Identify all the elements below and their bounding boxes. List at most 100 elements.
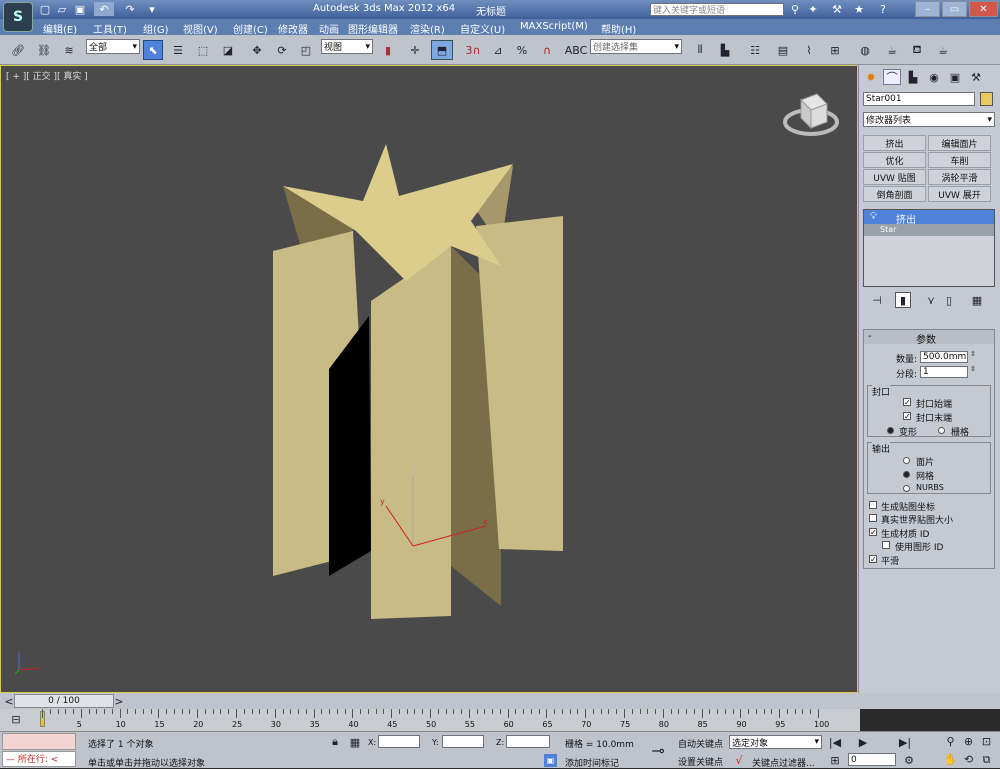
key-filters-button[interactable]: 关键点过滤器... <box>752 756 815 769</box>
gen-material-ids-checkbox[interactable]: ✓ <box>869 528 877 537</box>
amount-spinner-icon[interactable]: ⇳ <box>970 350 976 358</box>
output-patch-radio[interactable] <box>903 457 910 464</box>
modifier-list-select[interactable]: 修改器列表 ▾ <box>863 112 995 127</box>
time-config-icon[interactable]: ⚙ <box>902 754 916 767</box>
menu-animation[interactable]: 动画 <box>319 21 339 36</box>
set-key-icon[interactable]: ⊸ <box>646 738 670 762</box>
bind-space-warp-icon[interactable]: ≋ <box>59 41 79 59</box>
select-by-name-icon[interactable]: ☰ <box>168 41 188 59</box>
snaps-toggle-icon[interactable]: 3 ∩ <box>462 41 484 59</box>
absolute-mode-icon[interactable]: ▦ <box>349 736 361 749</box>
z-coordinate-field[interactable] <box>506 735 550 748</box>
cap-start-checkbox[interactable]: ✓ <box>903 398 911 407</box>
maximize-viewport-icon[interactable]: ⧉ <box>980 753 993 766</box>
selection-filter-select[interactable]: 全部 ▾ <box>86 39 140 54</box>
mod-turbosmooth-button[interactable]: 涡轮平滑 <box>928 169 991 185</box>
edit-named-selection-icon[interactable]: ABC <box>565 41 588 59</box>
undo-icon[interactable]: ↶ <box>94 2 114 16</box>
menu-customize[interactable]: 自定义(U) <box>460 21 505 36</box>
collapse-icon[interactable]: - <box>868 331 872 342</box>
morph-radio[interactable] <box>887 427 894 434</box>
pivot-center-icon[interactable]: ▮ <box>378 41 398 59</box>
segments-spinner-icon[interactable]: ⇳ <box>970 365 976 373</box>
maxscript-output[interactable]: — 所在行: < <box>2 751 76 767</box>
redo-icon[interactable]: ↷ <box>120 2 140 16</box>
select-manipulate-icon[interactable]: ✛ <box>405 41 425 59</box>
extruded-star-object[interactable]: z x y <box>1 66 858 693</box>
prev-frame-icon[interactable]: < <box>4 695 14 708</box>
menu-maxscript[interactable]: MAXScript(M) <box>520 21 588 32</box>
mod-uvw-unwrap-button[interactable]: UVW 展开 <box>928 186 991 202</box>
mod-bevel-profile-button[interactable]: 倒角剖面 <box>863 186 926 202</box>
render-setup-icon[interactable]: ☕ <box>882 41 902 59</box>
window-crossing-icon[interactable]: ◪ <box>218 41 238 59</box>
y-coordinate-field[interactable] <box>442 735 484 748</box>
align-icon[interactable]: ▙ <box>715 41 735 59</box>
use-shape-ids-checkbox[interactable] <box>882 541 890 549</box>
minimize-button[interactable]: – <box>915 1 940 17</box>
display-tab-icon[interactable]: ▣ <box>946 69 964 85</box>
schematic-view-icon[interactable]: ⊞ <box>825 41 845 59</box>
new-file-icon[interactable]: ▢ <box>38 2 52 16</box>
menu-rendering[interactable]: 渲染(R) <box>410 21 445 36</box>
app-logo-icon[interactable]: S <box>3 2 33 32</box>
zoom-extents-icon[interactable]: ⊡ <box>980 735 993 748</box>
menu-help[interactable]: 帮助(H) <box>601 21 636 36</box>
angle-snap-icon[interactable]: ⊿ <box>488 41 508 59</box>
open-file-icon[interactable]: ▱ <box>55 2 69 16</box>
add-time-tag-icon[interactable]: ▣ <box>544 754 557 767</box>
zoom-all-icon[interactable]: ⊕ <box>962 735 975 748</box>
hierarchy-tab-icon[interactable]: ▙ <box>904 69 922 85</box>
create-tab-icon[interactable]: ✹ <box>862 69 880 85</box>
key-mode-select[interactable]: 选定对象 ▾ <box>729 735 822 749</box>
mod-uvw-map-button[interactable]: UVW 贴图 <box>863 169 926 185</box>
next-frame-icon[interactable]: > <box>114 695 124 708</box>
search-icon[interactable]: ⚲ <box>788 2 802 16</box>
reference-coordinate-select[interactable]: 视图 ▾ <box>321 39 373 54</box>
mod-edit-patch-button[interactable]: 编辑面片 <box>928 135 991 151</box>
communication-icon[interactable]: ⚒ <box>830 2 844 16</box>
rendered-frame-icon[interactable]: ⛾ <box>907 41 927 59</box>
spinner-snap-icon[interactable]: ∩ <box>537 41 557 59</box>
menu-tools[interactable]: 工具(T) <box>93 21 127 36</box>
remove-modifier-icon[interactable]: ▯ <box>941 293 957 307</box>
rect-selection-icon[interactable]: ⬚ <box>193 41 213 59</box>
utilities-tab-icon[interactable]: ⚒ <box>967 69 985 85</box>
quick-access-dropdown-icon[interactable]: ▾ <box>146 2 158 16</box>
favorites-icon[interactable]: ★ <box>852 2 866 16</box>
key-filter-icon[interactable]: √ <box>732 754 746 767</box>
mod-optimize-button[interactable]: 优化 <box>863 152 926 168</box>
rotate-icon[interactable]: ⟳ <box>272 41 292 59</box>
menu-views[interactable]: 视图(V) <box>183 21 218 36</box>
menu-graph-editors[interactable]: 图形编辑器 <box>348 21 398 36</box>
smooth-checkbox[interactable]: ✓ <box>869 555 877 564</box>
percent-snap-icon[interactable]: % <box>512 41 532 59</box>
pan-icon[interactable]: ✋ <box>944 753 958 766</box>
output-nurbs-radio[interactable] <box>903 485 910 492</box>
configure-sets-icon[interactable]: ▦ <box>969 293 985 307</box>
render-production-icon[interactable]: ☕ <box>933 41 953 59</box>
mirror-icon[interactable]: ⫴ <box>690 41 710 59</box>
segments-field[interactable]: 1 <box>920 366 968 378</box>
graphite-toolset-icon[interactable]: ▤ <box>773 41 793 59</box>
cap-end-checkbox[interactable]: ✓ <box>903 412 911 421</box>
zoom-icon[interactable]: ⚲ <box>944 735 957 748</box>
real-world-size-checkbox[interactable] <box>869 514 877 522</box>
search-input[interactable]: 键入关键字或短语 <box>650 3 784 16</box>
link-icon[interactable]: 🔗︎ <box>8 41 28 59</box>
motion-tab-icon[interactable]: ◉ <box>925 69 943 85</box>
menu-group[interactable]: 组(G) <box>143 21 169 36</box>
gen-map-coords-checkbox[interactable] <box>869 501 877 509</box>
go-to-end-icon[interactable]: ▶| <box>898 736 912 749</box>
mod-lathe-button[interactable]: 车削 <box>928 152 991 168</box>
stack-item-star[interactable]: Star <box>864 224 994 236</box>
current-frame-field[interactable]: 0 <box>848 753 896 766</box>
named-selection-select[interactable]: 创建选择集 ▾ <box>590 39 682 54</box>
subscription-icon[interactable]: ✦ <box>806 2 820 16</box>
menu-create[interactable]: 创建(C) <box>233 21 268 36</box>
object-color-swatch[interactable] <box>980 92 993 106</box>
move-icon[interactable]: ✥ <box>247 41 267 59</box>
amount-field[interactable]: 500.0mm <box>920 351 968 363</box>
menu-modifiers[interactable]: 修改器 <box>278 21 308 36</box>
lightbulb-icon[interactable]: 💡︎ <box>870 211 877 222</box>
